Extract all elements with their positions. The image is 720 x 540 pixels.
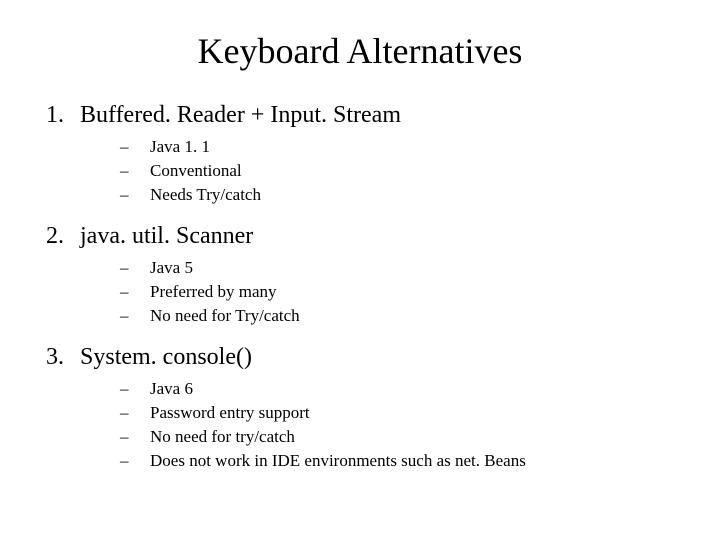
sub-item: – Does not work in IDE environments such…	[120, 451, 680, 471]
dash-icon: –	[120, 185, 150, 205]
dash-icon: –	[120, 137, 150, 157]
sub-item: – Java 5	[120, 258, 680, 278]
list-label: java. util. Scanner	[80, 223, 680, 250]
dash-icon: –	[120, 451, 150, 471]
sub-label: Does not work in IDE environments such a…	[150, 451, 680, 471]
sub-label: No need for try/catch	[150, 427, 680, 447]
list-item-2: 2. java. util. Scanner	[40, 223, 680, 250]
list-number: 1.	[40, 102, 80, 129]
sub-label: Needs Try/catch	[150, 185, 680, 205]
sub-label: No need for Try/catch	[150, 306, 680, 326]
list-number: 2.	[40, 223, 80, 250]
list-item-1: 1. Buffered. Reader + Input. Stream	[40, 102, 680, 129]
sublist-3: – Java 6 – Password entry support – No n…	[120, 379, 680, 471]
dash-icon: –	[120, 306, 150, 326]
sub-item: – Preferred by many	[120, 282, 680, 302]
sublist-2: – Java 5 – Preferred by many – No need f…	[120, 258, 680, 326]
sub-label: Preferred by many	[150, 282, 680, 302]
sub-label: Java 5	[150, 258, 680, 278]
dash-icon: –	[120, 427, 150, 447]
dash-icon: –	[120, 258, 150, 278]
sub-item: – Needs Try/catch	[120, 185, 680, 205]
sub-item: – No need for Try/catch	[120, 306, 680, 326]
sub-label: Password entry support	[150, 403, 680, 423]
sub-item: – Conventional	[120, 161, 680, 181]
sub-item: – Java 1. 1	[120, 137, 680, 157]
sub-item: – Java 6	[120, 379, 680, 399]
list-label: System. console()	[80, 344, 680, 371]
sub-label: Java 1. 1	[150, 137, 680, 157]
sub-item: – Password entry support	[120, 403, 680, 423]
dash-icon: –	[120, 379, 150, 399]
list-label: Buffered. Reader + Input. Stream	[80, 102, 680, 129]
page-title: Keyboard Alternatives	[40, 30, 680, 72]
dash-icon: –	[120, 403, 150, 423]
dash-icon: –	[120, 161, 150, 181]
list-item-3: 3. System. console()	[40, 344, 680, 371]
sub-label: Java 6	[150, 379, 680, 399]
dash-icon: –	[120, 282, 150, 302]
sublist-1: – Java 1. 1 – Conventional – Needs Try/c…	[120, 137, 680, 205]
sub-item: – No need for try/catch	[120, 427, 680, 447]
list-number: 3.	[40, 344, 80, 371]
sub-label: Conventional	[150, 161, 680, 181]
